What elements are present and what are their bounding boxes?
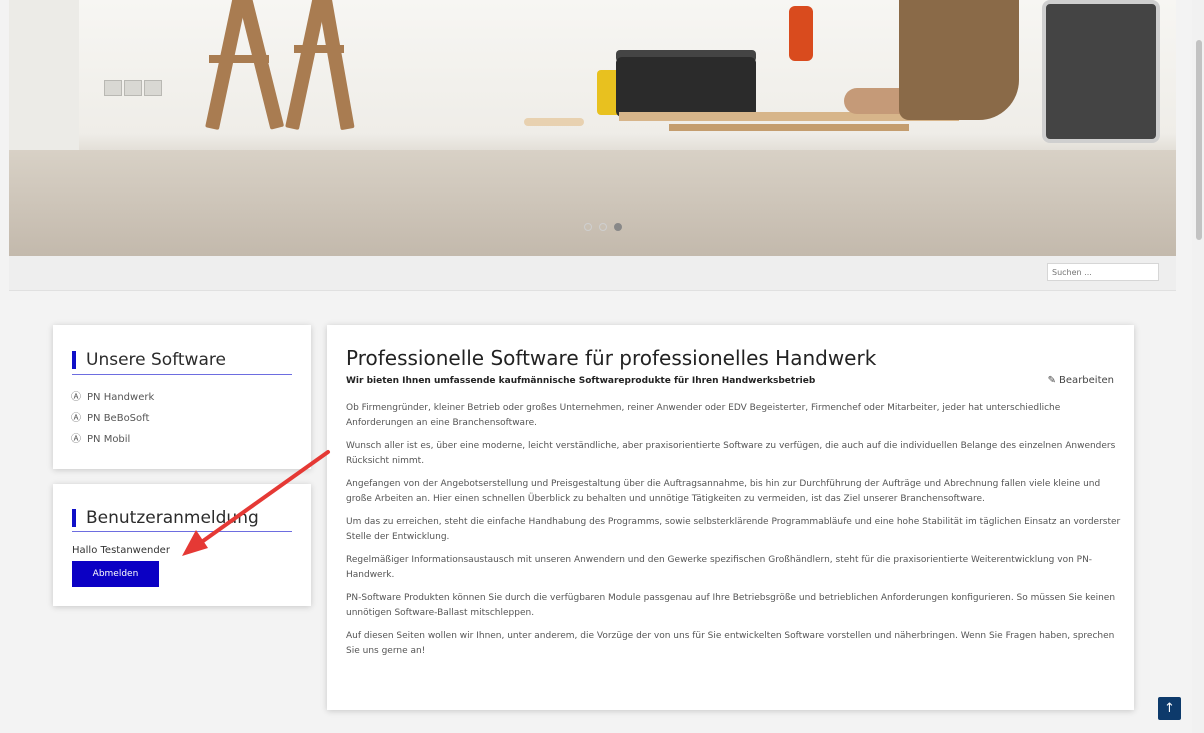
hero-floor bbox=[9, 150, 1176, 256]
circle-a-icon: Ⓐ bbox=[71, 434, 81, 445]
software-item-label: PN BeBoSoft bbox=[87, 413, 150, 424]
hero-case bbox=[1042, 0, 1160, 143]
hero-roller bbox=[524, 118, 584, 126]
paragraph: Regelmäßiger Informationsaustausch mit u… bbox=[346, 555, 1093, 580]
software-item-label: PN Mobil bbox=[87, 434, 131, 445]
content-body: Ob Firmengründer, kleiner Betrieb oder g… bbox=[346, 401, 1121, 667]
slider-dots bbox=[584, 223, 622, 231]
main-content-card: Professionelle Software für professionel… bbox=[327, 325, 1134, 710]
page-title: Professionelle Software für professionel… bbox=[346, 346, 877, 370]
hero-leg bbox=[899, 0, 1019, 120]
slider-dot-3[interactable] bbox=[614, 223, 622, 231]
edit-icon: ✎ bbox=[1047, 375, 1057, 386]
edit-label: Bearbeiten bbox=[1059, 375, 1114, 386]
hero-image bbox=[9, 0, 1176, 256]
paragraph: PN-Software Produkten können Sie durch d… bbox=[346, 593, 1116, 618]
paragraph: Wunsch aller ist es, über eine moderne, … bbox=[346, 441, 1116, 466]
list-item[interactable]: Ⓐ PN Handwerk bbox=[71, 391, 154, 412]
greeting-text: Hallo Testanwender bbox=[72, 545, 170, 556]
paragraph: Um das zu erreichen, steht die einfache … bbox=[346, 517, 1121, 542]
software-card: Unsere Software Ⓐ PN Handwerk Ⓐ PN BeBoS… bbox=[53, 325, 311, 469]
logout-button[interactable]: Abmelden bbox=[72, 561, 159, 587]
slider-dot-2[interactable] bbox=[599, 223, 607, 231]
ladder-leg bbox=[317, 0, 355, 131]
back-to-top-button[interactable]: ↑ bbox=[1158, 697, 1181, 720]
paragraph: Auf diesen Seiten wollen wir Ihnen, unte… bbox=[346, 631, 1115, 656]
hero-plank bbox=[669, 124, 909, 131]
login-card: Benutzeranmeldung Hallo Testanwender Abm… bbox=[53, 484, 311, 606]
scrollbar-thumb[interactable] bbox=[1196, 40, 1202, 240]
list-item[interactable]: Ⓐ PN Mobil bbox=[71, 433, 154, 454]
list-item[interactable]: Ⓐ PN BeBoSoft bbox=[71, 412, 154, 433]
ladder-leg bbox=[205, 0, 247, 130]
paragraph: Ob Firmengründer, kleiner Betrieb oder g… bbox=[346, 403, 1061, 428]
circle-a-icon: Ⓐ bbox=[71, 392, 81, 403]
hero-toolbox bbox=[616, 57, 756, 117]
ladder-rung bbox=[209, 55, 269, 63]
ladder-leg bbox=[237, 0, 285, 130]
search-strip bbox=[9, 256, 1176, 291]
software-card-title: Unsere Software bbox=[72, 351, 226, 369]
page-subtitle: Wir bieten Ihnen umfassende kaufmännisch… bbox=[346, 376, 816, 386]
title-rule bbox=[72, 531, 292, 532]
search-input[interactable] bbox=[1047, 263, 1159, 281]
hero-drill bbox=[789, 6, 813, 61]
slider-dot-1[interactable] bbox=[584, 223, 592, 231]
hero-wall bbox=[9, 0, 79, 150]
ladder-rung bbox=[294, 45, 344, 53]
software-list: Ⓐ PN Handwerk Ⓐ PN BeBoSoft Ⓐ PN Mobil bbox=[71, 391, 154, 454]
edit-link[interactable]: ✎ Bearbeiten bbox=[1048, 375, 1114, 386]
software-item-label: PN Handwerk bbox=[87, 392, 155, 403]
wall-socket bbox=[144, 80, 162, 96]
paragraph: Angefangen von der Angebotserstellung un… bbox=[346, 479, 1101, 504]
wall-socket bbox=[104, 80, 122, 96]
wall-socket bbox=[124, 80, 142, 96]
circle-a-icon: Ⓐ bbox=[71, 413, 81, 424]
title-rule bbox=[72, 374, 292, 375]
arrow-up-icon: ↑ bbox=[1164, 701, 1175, 716]
login-card-title: Benutzeranmeldung bbox=[72, 509, 259, 527]
